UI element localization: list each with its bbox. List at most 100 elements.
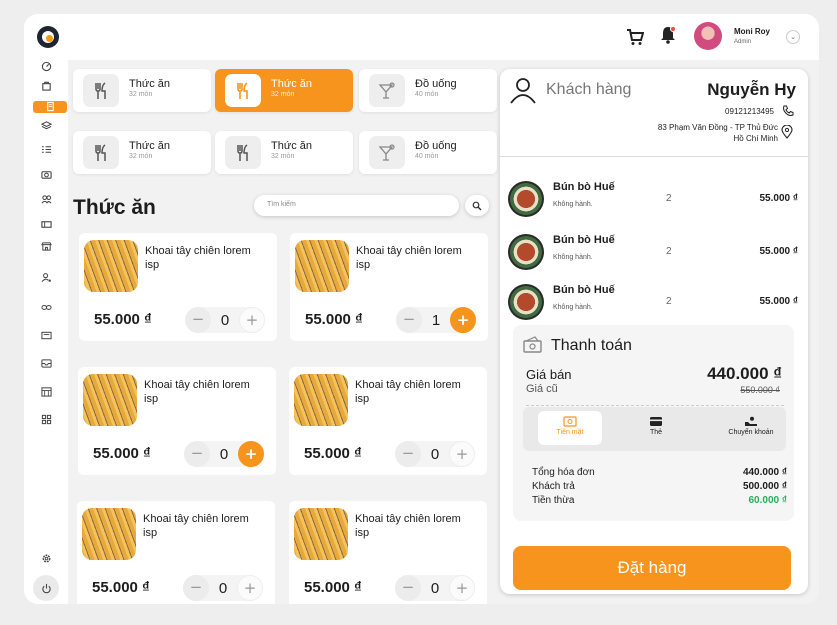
order-item-qty: 2 <box>666 193 672 204</box>
method-label: Thẻ <box>649 429 663 436</box>
quantity-stepper: − 0 + <box>184 441 264 467</box>
product-image <box>82 508 136 560</box>
quantity-stepper: − 0 + <box>185 307 265 333</box>
minus-button[interactable]: − <box>185 307 211 333</box>
checklist-icon[interactable] <box>38 144 54 158</box>
paid-row: Khách trả 500.000 ₫ <box>532 481 790 492</box>
customer-name[interactable]: Nguyễn Hy <box>707 80 796 100</box>
quantity-value: 0 <box>219 446 229 463</box>
payment-box: Thanh toán Giá bán 440.000 ₫ Giá cũ 550.… <box>513 325 794 521</box>
category-card[interactable]: Đồ uống 40 món <box>359 69 497 112</box>
product-price: 55.000 ₫ <box>304 445 362 462</box>
ticket-icon[interactable] <box>38 219 54 233</box>
order-item-name: Bún bò Huế <box>553 234 615 246</box>
method-card[interactable]: Thẻ <box>624 411 688 445</box>
price-label: Giá bán <box>526 367 572 382</box>
quantity-value: 0 <box>430 446 440 463</box>
category-card-active[interactable]: Thức ăn 32 món <box>215 69 353 112</box>
category-card[interactable]: Thức ăn 32 món <box>215 131 353 174</box>
method-label: Tiền mặt <box>556 429 584 436</box>
method-transfer[interactable]: Chuyển khoản <box>719 411 783 445</box>
camera-icon[interactable] <box>38 169 54 183</box>
order-item[interactable]: Bún bò Huế Không hành. 2 55.000 ₫ <box>508 282 798 322</box>
order-item[interactable]: Bún bò Huế Không hành. 2 55.000 ₫ <box>508 179 798 219</box>
place-order-button[interactable]: Đặt hàng <box>513 546 791 590</box>
category-count: 32 món <box>271 153 295 160</box>
customer-address: 83 Phạm Văn Đồng - TP Thủ Đức Hồ Chí Min… <box>558 122 778 144</box>
users-icon[interactable] <box>38 194 54 208</box>
product-name: Khoai tây chiên lorem isp <box>143 513 249 539</box>
cutlery-icon <box>83 136 119 169</box>
change-value: 60.000 ₫ <box>748 495 788 506</box>
customer-label: Khách hàng <box>546 81 632 98</box>
old-price-label: Giá cũ <box>526 383 558 395</box>
product-price: 55.000 ₫ <box>92 579 150 596</box>
notification-badge <box>670 26 676 32</box>
link-icon[interactable] <box>38 302 54 316</box>
product-card[interactable]: Khoai tây chiên lorem isp 55.000 ₫ − 0 + <box>79 233 277 341</box>
store-icon[interactable] <box>38 241 54 255</box>
total-label: Tổng hóa đơn <box>532 467 595 478</box>
minus-button[interactable]: − <box>395 575 421 601</box>
product-card[interactable]: Khoai tây chiên lorem isp 55.000 ₫ − 0 + <box>78 367 276 475</box>
search-icon[interactable] <box>465 195 489 216</box>
bag-icon[interactable] <box>38 80 54 94</box>
plus-button[interactable]: + <box>449 441 475 467</box>
method-cash[interactable]: Tiền mặt <box>538 411 602 445</box>
order-item[interactable]: Bún bò Huế Không hành. 2 55.000 ₫ <box>508 232 798 272</box>
product-card[interactable]: Khoai tây chiên lorem isp 55.000 ₫ − 0 + <box>289 501 487 604</box>
money-icon <box>523 336 542 353</box>
category-card[interactable]: Thức ăn 32 món <box>73 69 211 112</box>
payment-methods: Tiền mặt Thẻ Chuyển khoản <box>523 407 786 451</box>
plus-button[interactable]: + <box>450 307 476 333</box>
user-role: Admin <box>734 39 752 45</box>
quantity-value: 0 <box>220 312 230 329</box>
search-input[interactable]: Tìm kiếm <box>254 195 459 216</box>
minus-button[interactable]: − <box>183 575 209 601</box>
power-icon[interactable] <box>33 575 59 601</box>
cart-icon[interactable] <box>626 28 644 46</box>
product-price: 55.000 ₫ <box>93 445 151 462</box>
grid-icon[interactable] <box>38 414 54 428</box>
location-pin-icon <box>781 125 793 139</box>
dashed-divider <box>526 405 784 406</box>
quantity-stepper: − 0 + <box>395 575 475 601</box>
settings-icon[interactable] <box>38 553 54 567</box>
calendar-icon[interactable] <box>38 386 54 400</box>
logo-icon <box>37 26 59 48</box>
product-card[interactable]: Khoai tây chiên lorem isp 55.000 ₫ − 0 + <box>77 501 275 604</box>
product-image <box>294 374 348 426</box>
user-settings-icon[interactable] <box>38 272 54 286</box>
order-item-name: Bún bò Huế <box>553 181 615 193</box>
dashboard-icon[interactable] <box>38 61 54 75</box>
minus-button[interactable]: − <box>184 441 210 467</box>
menu-book-icon[interactable] <box>33 101 67 113</box>
minus-button[interactable]: − <box>396 307 422 333</box>
cutlery-icon <box>83 74 119 107</box>
product-card[interactable]: Khoai tây chiên lorem isp 55.000 ₫ − 1 + <box>290 233 488 341</box>
order-item-price: 55.000 ₫ <box>759 193 799 204</box>
avatar[interactable] <box>694 22 722 50</box>
plus-button[interactable]: + <box>239 307 265 333</box>
category-card[interactable]: Thức ăn 32 món <box>73 131 211 174</box>
quantity-value: 1 <box>431 312 441 329</box>
address-line-1: 83 Phạm Văn Đồng - TP Thủ Đức <box>657 123 778 132</box>
product-name: Khoai tây chiên lorem isp <box>144 379 250 405</box>
category-card[interactable]: Đồ uống 40 món <box>359 131 497 174</box>
chevron-down-icon[interactable]: ⌄ <box>786 30 800 44</box>
wallet-icon[interactable] <box>38 330 54 344</box>
quantity-stepper: − 0 + <box>395 441 475 467</box>
paid-value: 500.000 ₫ <box>742 481 787 492</box>
sidebar <box>24 14 68 604</box>
plus-button[interactable]: + <box>449 575 475 601</box>
plus-button[interactable]: + <box>237 575 263 601</box>
plus-button[interactable]: + <box>238 441 264 467</box>
layers-icon[interactable] <box>38 120 54 134</box>
inbox-icon[interactable] <box>38 358 54 372</box>
order-item-price: 55.000 ₫ <box>759 296 799 307</box>
total-row: Tổng hóa đơn 440.000 ₫ <box>532 467 790 478</box>
product-name: Khoai tây chiên lorem isp <box>355 379 461 405</box>
product-card[interactable]: Khoai tây chiên lorem isp 55.000 ₫ − 0 + <box>289 367 487 475</box>
minus-button[interactable]: − <box>395 441 421 467</box>
order-item-price: 55.000 ₫ <box>759 246 799 257</box>
